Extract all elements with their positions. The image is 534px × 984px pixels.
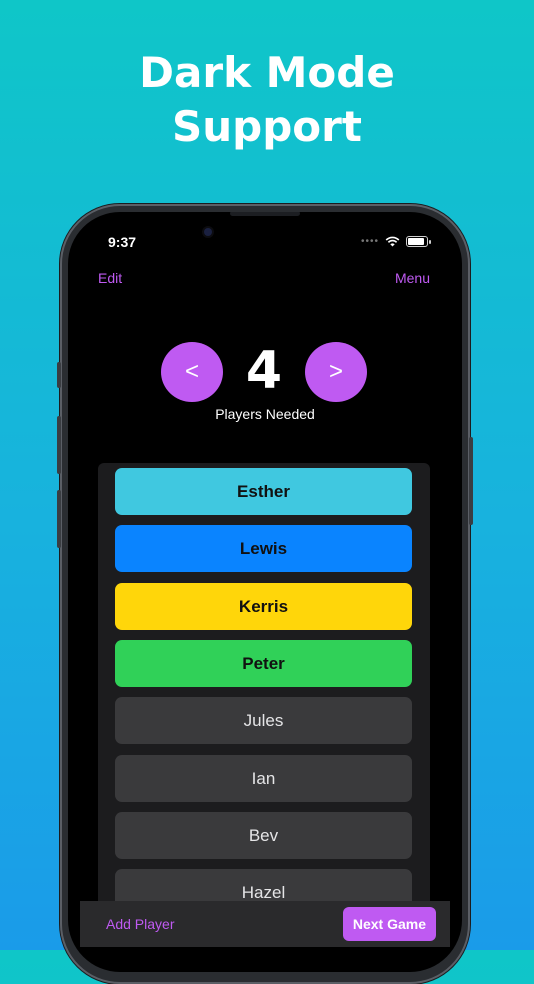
player-name: Hazel <box>241 882 286 902</box>
decrease-players-button[interactable]: < <box>161 342 223 402</box>
players-needed-stepper: < 4 > <box>161 341 367 402</box>
player-name: Kerris <box>238 596 289 616</box>
phone-power-button <box>469 437 473 525</box>
player-item[interactable]: Jules <box>115 697 412 744</box>
player-name: Ian <box>251 768 276 788</box>
player-name: Esther <box>237 481 290 501</box>
player-item[interactable]: Esther <box>115 468 412 515</box>
bottom-toolbar: Add Player Next Game <box>80 901 450 947</box>
status-icons: •••• <box>360 236 431 247</box>
edit-button[interactable]: Edit <box>98 270 122 286</box>
menu-button[interactable]: Menu <box>395 270 430 286</box>
player-name: Peter <box>242 653 285 673</box>
phone-volume-down-button <box>57 490 61 548</box>
signal-dots-icon: •••• <box>360 236 379 247</box>
phone-screen: 9:37 •••• Edit Menu < 4 > Players Needed… <box>68 212 462 972</box>
player-item[interactable]: Lewis <box>115 525 412 572</box>
player-item[interactable]: Ian <box>115 755 412 802</box>
next-game-button[interactable]: Next Game <box>342 907 436 941</box>
player-name: Bev <box>248 825 279 845</box>
player-item[interactable]: Bev <box>115 812 412 859</box>
player-name: Jules <box>243 710 284 730</box>
player-list: Esther Lewis Kerris Peter Jules Ian Bev … <box>98 463 430 923</box>
players-needed-count: 4 <box>245 341 283 401</box>
player-item[interactable]: Kerris <box>115 583 412 630</box>
headline-line-2: Support <box>172 102 362 151</box>
front-camera <box>204 228 212 236</box>
add-player-button[interactable]: Add Player <box>106 916 174 932</box>
status-time: 9:37 <box>108 234 137 250</box>
increase-players-button[interactable]: > <box>305 342 367 402</box>
battery-icon <box>406 236 431 247</box>
players-needed-label: Players Needed <box>215 406 315 422</box>
phone-action-button <box>57 362 61 388</box>
phone-volume-up-button <box>57 416 61 474</box>
headline-line-1: Dark Mode <box>139 48 395 97</box>
player-item[interactable]: Peter <box>115 640 412 687</box>
player-name: Lewis <box>239 538 288 558</box>
earpiece <box>230 212 300 216</box>
wifi-icon <box>385 236 400 247</box>
notch <box>208 212 324 242</box>
